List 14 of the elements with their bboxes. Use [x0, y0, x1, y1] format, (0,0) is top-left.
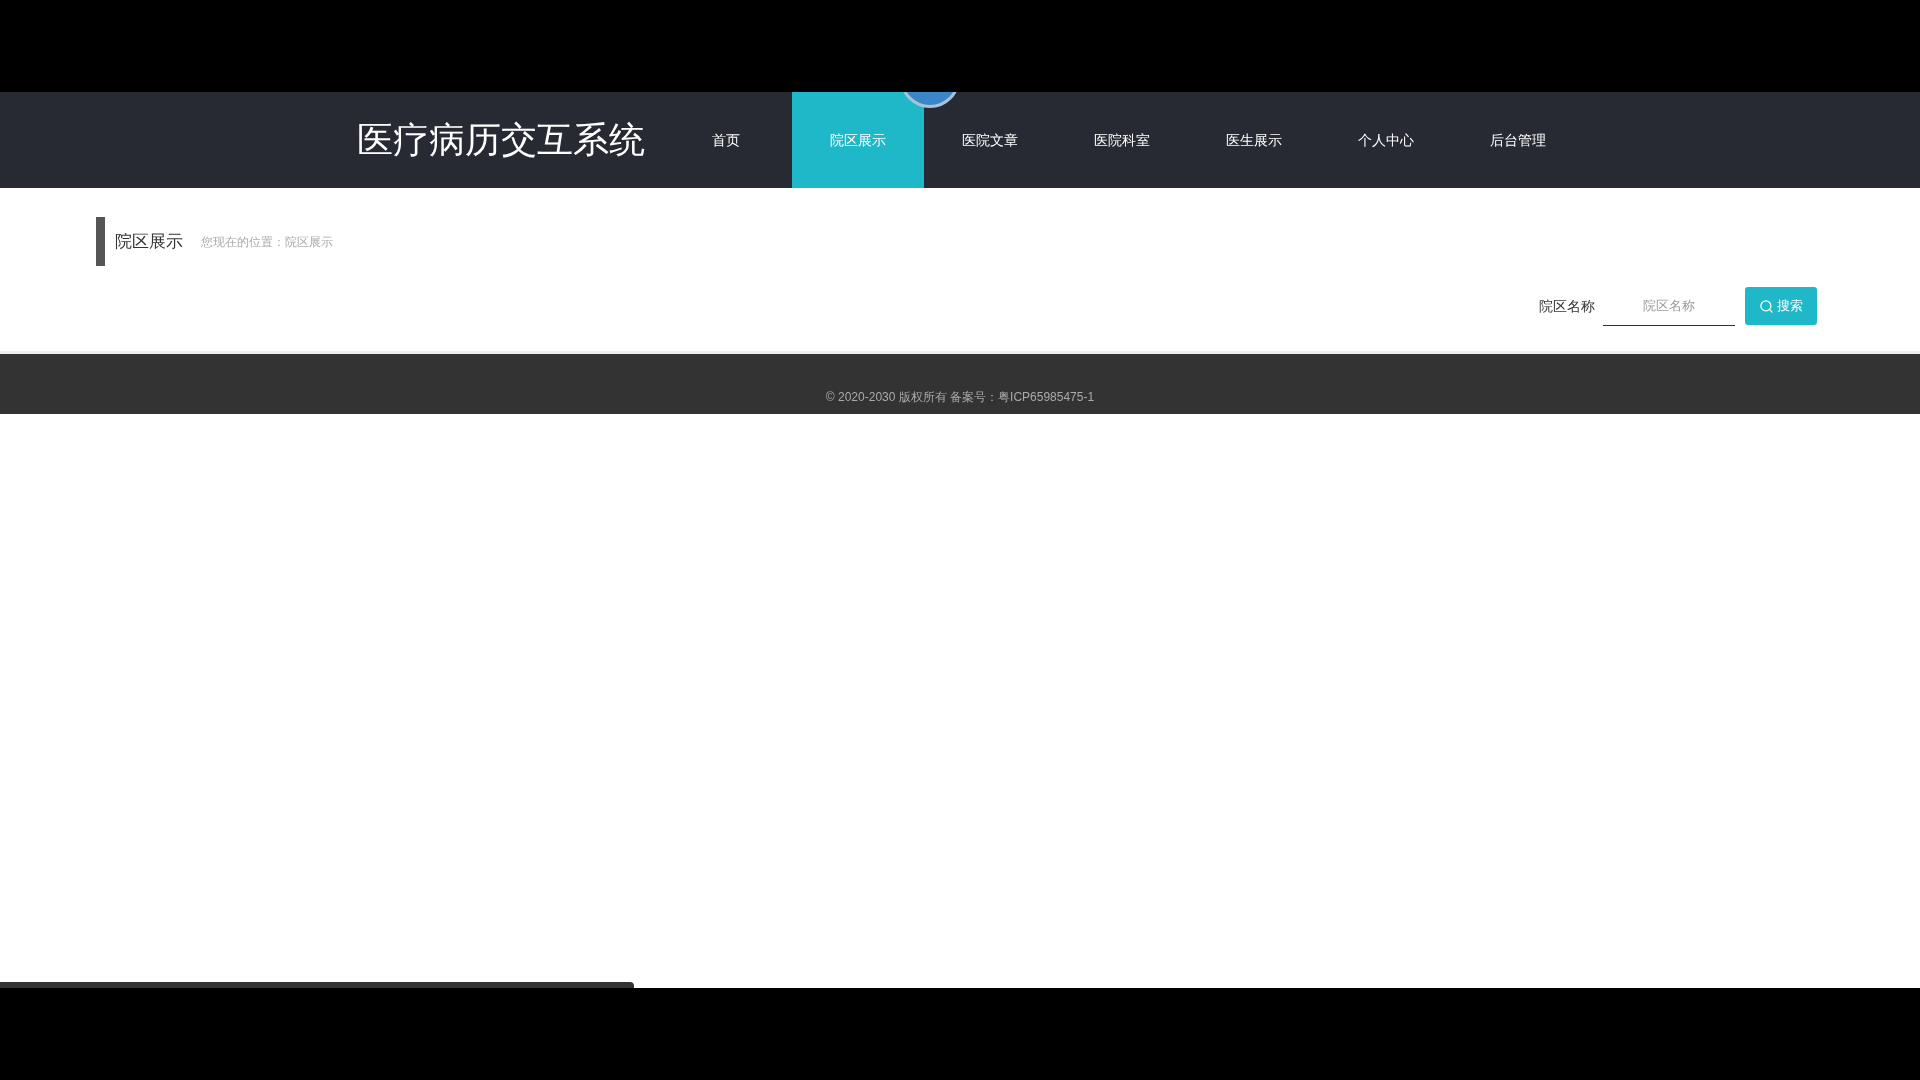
footer-text: © 2020-2030 版权所有 备案号：粤ICP65985475-1 — [825, 389, 1095, 406]
search-label: 院区名称 — [1539, 296, 1595, 316]
search-field[interactable]: 院区名称 — [1603, 286, 1735, 326]
nav-tab[interactable]: 医院文章 — [924, 92, 1056, 188]
site-title: 医疗病历交互系统 — [357, 118, 646, 162]
nav-tab[interactable]: 医生展示 — [1188, 92, 1320, 188]
nav-tab[interactable]: 个人中心 — [1320, 92, 1452, 188]
nav-tab[interactable]: 首页 — [660, 92, 792, 188]
nav-tab[interactable]: 后台管理 — [1452, 92, 1584, 188]
section-marker — [96, 217, 105, 266]
section-title: 院区展示 — [115, 230, 183, 253]
breadcrumb-text: 您现在的位置：院区展示 — [201, 233, 333, 251]
nav-tab[interactable]: 医院科室 — [1056, 92, 1188, 188]
search-icon — [1759, 298, 1774, 314]
